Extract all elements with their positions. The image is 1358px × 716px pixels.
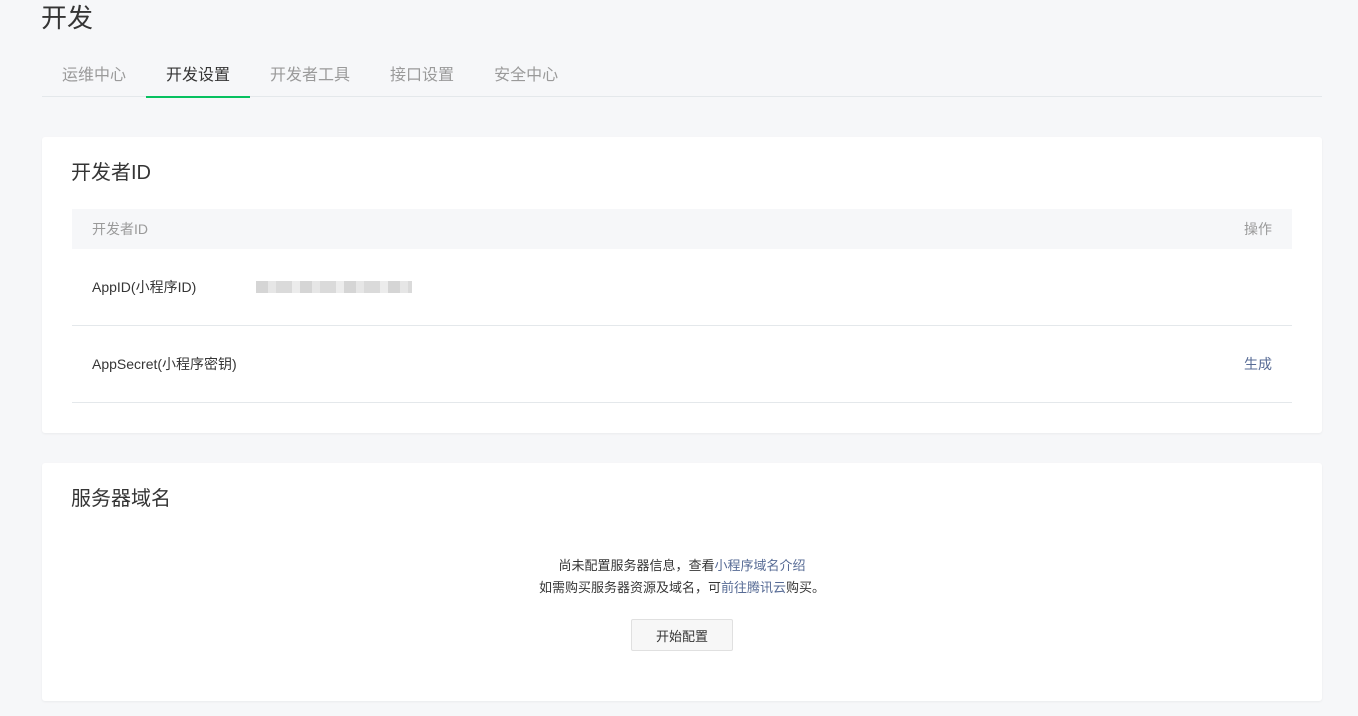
header-developer-id: 开发者ID — [92, 221, 148, 237]
developer-id-card: 开发者ID 开发者ID 操作 AppID(小程序ID) AppSecret(小程… — [42, 137, 1322, 433]
message-line-2: 如需购买服务器资源及域名，可前往腾讯云购买。 — [42, 577, 1322, 599]
generate-secret-link[interactable]: 生成 — [1244, 354, 1272, 374]
table-header: 开发者ID 操作 — [72, 209, 1292, 249]
page-title: 开发 — [41, 3, 94, 33]
tab-api-settings[interactable]: 接口设置 — [370, 55, 474, 97]
tab-dev-settings[interactable]: 开发设置 — [146, 55, 251, 98]
message-line-1-text: 尚未配置服务器信息，查看 — [558, 558, 715, 573]
server-domain-card: 服务器域名 尚未配置服务器信息，查看小程序域名介绍 如需购买服务器资源及域名，可… — [42, 463, 1322, 701]
tencent-cloud-link[interactable]: 前往腾讯云 — [721, 580, 786, 595]
tab-bar: 运维中心 开发设置 开发者工具 接口设置 安全中心 — [42, 55, 1322, 98]
appsecret-label: AppSecret(小程序密钥) — [92, 356, 237, 372]
tab-developer-tools[interactable]: 开发者工具 — [250, 55, 370, 97]
server-domain-title: 服务器域名 — [71, 488, 171, 510]
appid-value-masked — [256, 281, 412, 293]
message-line-2-text: 如需购买服务器资源及域名，可 — [538, 580, 721, 595]
start-config-button[interactable]: 开始配置 — [631, 619, 733, 651]
developer-id-table: 开发者ID 操作 AppID(小程序ID) AppSecret(小程序密钥) 生… — [72, 209, 1292, 403]
domain-intro-link[interactable]: 小程序域名介绍 — [715, 558, 806, 573]
appid-label: AppID(小程序ID) — [92, 279, 197, 295]
developer-id-title: 开发者ID — [71, 162, 151, 184]
message-line-2-suffix: 购买。 — [786, 580, 826, 595]
tab-security-center[interactable]: 安全中心 — [474, 55, 578, 97]
header-action: 操作 — [1244, 221, 1272, 237]
table-row-appid: AppID(小程序ID) — [72, 249, 1292, 326]
message-line-1: 尚未配置服务器信息，查看小程序域名介绍 — [42, 555, 1322, 577]
tab-operations-center[interactable]: 运维中心 — [42, 55, 146, 97]
page: 开发 运维中心 开发设置 开发者工具 接口设置 安全中心 开发者ID 开发者ID… — [0, 0, 1358, 716]
server-domain-empty-message: 尚未配置服务器信息，查看小程序域名介绍 如需购买服务器资源及域名，可前往腾讯云购… — [42, 555, 1322, 599]
table-row-appsecret: AppSecret(小程序密钥) 生成 — [72, 326, 1292, 403]
